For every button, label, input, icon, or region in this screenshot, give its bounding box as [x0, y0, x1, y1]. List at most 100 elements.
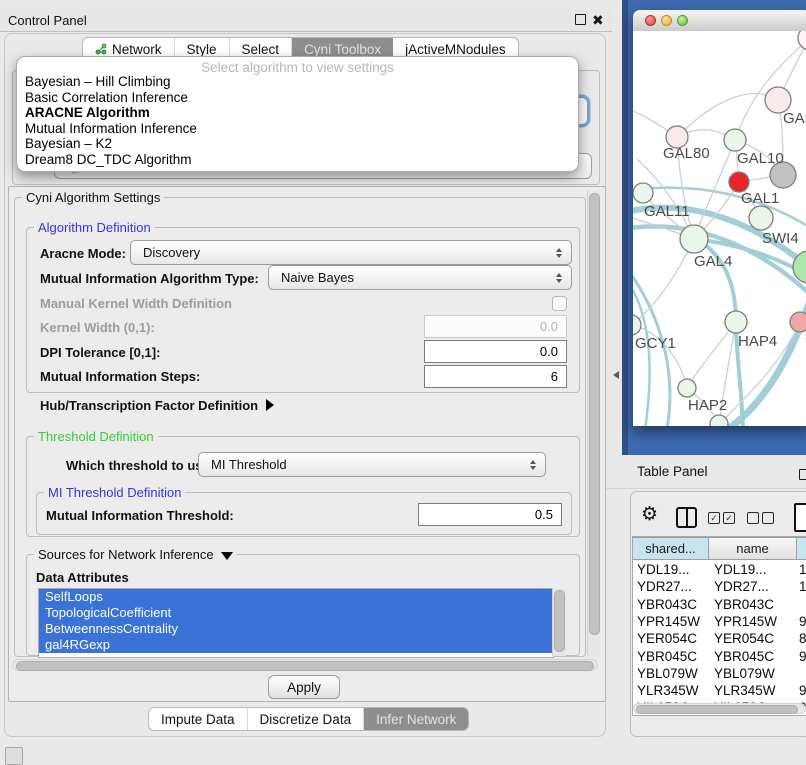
network-window-titlebar[interactable]	[633, 10, 806, 32]
sources-title-wrap[interactable]: Sources for Network Inference	[34, 547, 237, 562]
window-zoom-traffic-light[interactable]	[677, 15, 688, 26]
table-cell[interactable]: 8.	[799, 631, 806, 646]
table-cell[interactable]: YBR043C	[714, 597, 774, 612]
table-cell[interactable]: 13	[799, 562, 806, 577]
stepper-icon	[556, 248, 562, 258]
gear-icon[interactable]: ⚙	[641, 505, 658, 525]
popup-item[interactable]: Bayesian – Hill Climbing	[25, 74, 570, 90]
list-vertical-scrollbar-thumb[interactable]	[554, 590, 565, 652]
apply-button[interactable]: Apply	[268, 675, 340, 699]
tab-infer-network-label: Infer Network	[376, 712, 456, 727]
settings-horizontal-scrollbar-thumb[interactable]	[16, 661, 594, 671]
node-hap2[interactable]	[678, 379, 696, 397]
tab-infer-network[interactable]: Infer Network	[364, 708, 468, 730]
table-cell[interactable]: YBR045C	[714, 649, 774, 664]
table-cell[interactable]: 9.	[799, 649, 806, 664]
manual-kernel-width-checkbox[interactable]	[552, 296, 567, 311]
table-cell[interactable]: YBL079W	[714, 666, 775, 681]
popup-item[interactable]: Dream8 DC_TDC Algorithm	[25, 152, 570, 168]
table-cell[interactable]: 9.	[799, 683, 806, 698]
checkbox-unchecked-icon[interactable]	[747, 512, 759, 524]
mi-threshold-field[interactable]: 0.5	[418, 503, 562, 526]
checkbox-unchecked-icon[interactable]	[762, 512, 774, 524]
popup-item[interactable]: Bayesian – K2	[25, 136, 570, 152]
tab-impute-data[interactable]: Impute Data	[149, 708, 248, 730]
control-panel-titlebar: Control Panel	[0, 9, 612, 32]
table-cell[interactable]: YBL079W	[637, 666, 698, 681]
algorithm-dropdown-popup: Select algorithm to view settings Bayesi…	[16, 56, 579, 172]
column-header-name[interactable]: name	[708, 537, 797, 560]
table-cell[interactable]: YPR145W	[714, 614, 777, 629]
tab-select-label: Select	[242, 42, 280, 57]
window-minimize-traffic-light[interactable]	[661, 15, 672, 26]
node-gal11[interactable]	[633, 183, 653, 203]
table-cell[interactable]: YER054C	[714, 631, 774, 646]
edge	[687, 322, 736, 388]
table-cell[interactable]: YBR043C	[637, 597, 697, 612]
bottom-tabs: Impute Data Discretize Data Infer Networ…	[148, 707, 469, 731]
float-window-icon[interactable]	[575, 14, 586, 25]
settings-horizontal-scrollbar[interactable]	[12, 659, 598, 671]
table-cell[interactable]: YER054C	[637, 631, 697, 646]
table-cell[interactable]: YBR045C	[637, 649, 697, 664]
node-bottom-cut[interactable]	[710, 415, 728, 426]
network-canvas[interactable]: GAL80 GAL10 GAL1 GAL11 SWI4 GAL4 GCY1 HA…	[633, 31, 806, 426]
node-salmon[interactable]	[790, 312, 806, 332]
list-item[interactable]: gal4RGexp	[39, 637, 553, 653]
data-attributes-list: SelfLoops TopologicalCoefficient Between…	[38, 588, 554, 658]
table-cell[interactable]: YDL19...	[714, 562, 767, 577]
checkbox-checked-icon[interactable]: ✓	[708, 512, 720, 524]
mi-algorithm-type-combobox[interactable]: Naive Bayes	[268, 265, 572, 290]
table-horizontal-scrollbar-thumb[interactable]	[636, 705, 798, 714]
list-item[interactable]: TopologicalCoefficient	[39, 605, 553, 621]
node-hap4[interactable]	[725, 311, 747, 333]
column-header-cut[interactable]: A	[796, 537, 806, 560]
stepper-icon	[556, 273, 562, 283]
node-label: GAL4	[694, 253, 732, 270]
table-horizontal-scrollbar[interactable]	[633, 703, 806, 714]
document-icon[interactable]	[794, 503, 806, 532]
table-cell[interactable]: YDR27...	[714, 579, 769, 594]
manual-kernel-width-label: Manual Kernel Width Definition	[40, 296, 232, 311]
list-item[interactable]: BetweennessCentrality	[39, 621, 553, 637]
node-gal4[interactable]	[680, 225, 708, 253]
node-label: GAL80	[663, 145, 710, 162]
bottom-left-mini-button[interactable]	[5, 747, 23, 765]
table-cell[interactable]: YLR345W	[714, 683, 776, 698]
table-cell[interactable]: YDL19...	[637, 562, 690, 577]
tab-discretize-data[interactable]: Discretize Data	[248, 708, 365, 730]
node-label: GAL11	[644, 203, 690, 220]
mi-threshold-label: Mutual Information Threshold:	[46, 508, 234, 523]
column-header-label: shared...	[645, 541, 696, 556]
table-cell[interactable]: YDR27...	[637, 579, 692, 594]
settings-vertical-scrollbar[interactable]	[587, 190, 601, 656]
node-gal1-red[interactable]	[729, 172, 749, 192]
which-threshold-combobox[interactable]: MI Threshold	[198, 452, 546, 477]
dpi-tolerance-field[interactable]: 0.0	[424, 340, 567, 363]
network-view-window[interactable]: GAL80 GAL10 GAL1 GAL11 SWI4 GAL4 GCY1 HA…	[633, 10, 806, 426]
mi-steps-field[interactable]: 6	[424, 365, 567, 388]
table-cell[interactable]: YPR145W	[637, 614, 700, 629]
checkbox-checked-icon[interactable]: ✓	[723, 512, 735, 524]
table-cell[interactable]: 9.	[799, 614, 806, 629]
settings-vertical-scrollbar-thumb[interactable]	[589, 193, 600, 635]
list-vertical-scrollbar[interactable]	[552, 588, 566, 656]
column-header-sharedname[interactable]: shared...	[632, 537, 709, 560]
window-close-traffic-light[interactable]	[645, 15, 656, 26]
popup-item[interactable]: Mutual Information Inference	[25, 121, 570, 137]
popup-item-selected[interactable]: ARACNE Algorithm	[25, 105, 570, 121]
panel-collapse-arrow-icon[interactable]	[613, 371, 619, 379]
table-cell[interactable]: 12	[799, 579, 806, 594]
node-swi4[interactable]	[749, 206, 773, 230]
table-cell[interactable]: YLR345W	[637, 683, 699, 698]
close-icon[interactable]: ✖	[592, 11, 604, 29]
expand-right-icon	[266, 399, 274, 411]
list-item[interactable]: SelfLoops	[39, 589, 553, 605]
split-columns-icon[interactable]	[676, 507, 697, 528]
table-panel-float-icon[interactable]	[799, 469, 806, 480]
popup-item[interactable]: Basic Correlation Inference	[25, 90, 570, 106]
node-gal10[interactable]	[724, 129, 746, 151]
kernel-width-field[interactable]: 0.0	[424, 315, 567, 338]
aracne-mode-combobox[interactable]: Discovery	[130, 240, 572, 265]
hub-definition-toggle[interactable]: Hub/Transcription Factor Definition	[40, 397, 274, 415]
